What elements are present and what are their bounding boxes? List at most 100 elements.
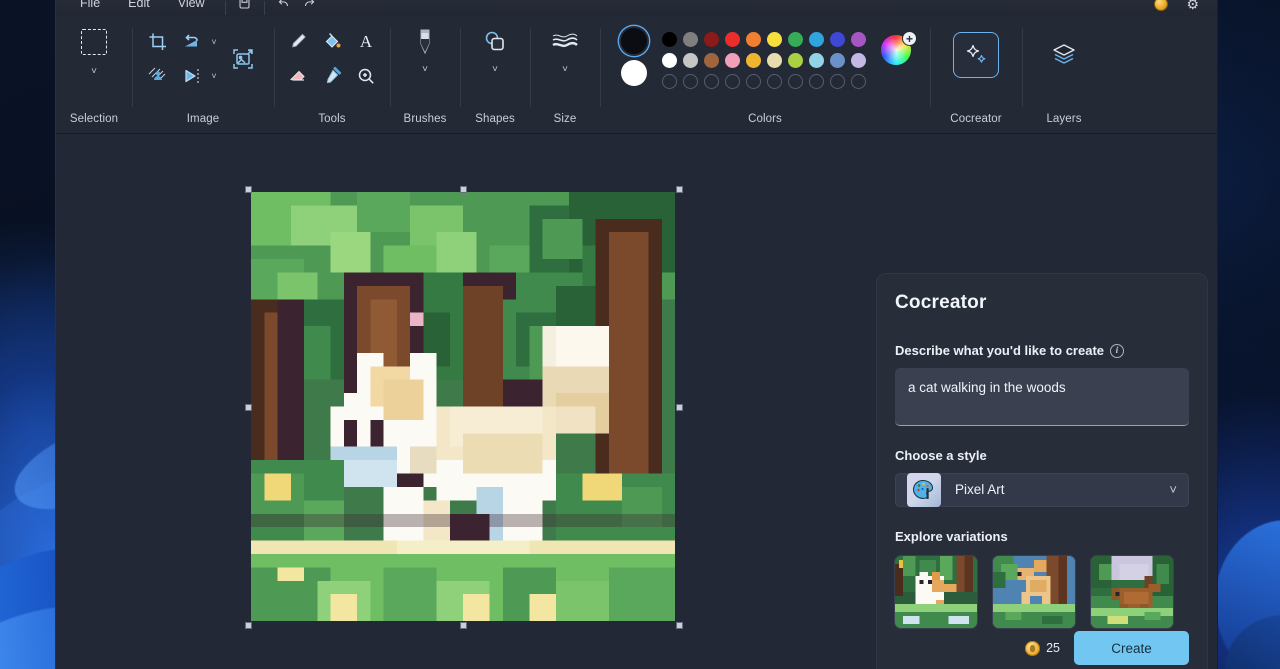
color-swatch-row1-10[interactable] <box>851 32 866 47</box>
paint-app-window: File Edit View ⚙ <box>55 0 1218 669</box>
group-label-layers: Layers <box>1022 113 1106 125</box>
selection-handle-n[interactable] <box>460 186 467 193</box>
undo-icon[interactable] <box>271 0 297 11</box>
resize-image-button[interactable] <box>226 42 260 76</box>
artboard[interactable] <box>251 192 675 621</box>
custom-color-picker[interactable]: + <box>881 31 915 65</box>
color-swatch-row1-7[interactable] <box>788 32 803 47</box>
color-swatch-row2-10[interactable] <box>851 53 866 68</box>
text-tool[interactable]: A <box>349 25 383 59</box>
canvas-selection[interactable] <box>248 189 678 624</box>
selection-handle-s[interactable] <box>460 622 467 629</box>
current-colors <box>621 27 647 86</box>
marquee-icon <box>81 29 107 55</box>
group-label-size: Size <box>530 113 600 125</box>
variation-thumbnail-2[interactable] <box>993 556 1075 628</box>
ribbon-group-brushes: ˅ Brushes <box>390 16 460 133</box>
color-swatch-row2-7[interactable] <box>788 53 803 68</box>
save-icon[interactable] <box>232 0 258 11</box>
shapes-dropdown[interactable]: ˅ <box>492 64 498 75</box>
settings-gear-icon[interactable]: ⚙ <box>1186 0 1199 11</box>
color-swatch-row2-5[interactable] <box>746 53 761 68</box>
color-swatch-row2-3[interactable] <box>704 53 719 68</box>
style-label: Choose a style <box>895 448 1189 463</box>
menu-item-view[interactable]: View <box>164 0 219 11</box>
primary-color-swatch[interactable] <box>621 28 647 54</box>
color-swatch-row1-2[interactable] <box>683 32 698 47</box>
selection-dropdown[interactable]: ˅ <box>91 66 97 77</box>
color-swatch-row3-8[interactable] <box>809 74 824 89</box>
eraser-tool[interactable] <box>281 59 315 93</box>
color-swatch-row1-1[interactable] <box>662 32 677 47</box>
color-swatch-row3-3[interactable] <box>704 74 719 89</box>
rotate-dropdown[interactable]: ˅ <box>207 37 221 47</box>
color-swatch-row2-6[interactable] <box>767 53 782 68</box>
color-swatch-row1-4[interactable] <box>725 32 740 47</box>
color-swatch-row1-9[interactable] <box>830 32 845 47</box>
color-swatch-row1-5[interactable] <box>746 32 761 47</box>
canvas-area[interactable]: Cocreator Describe what you'd like to cr… <box>56 134 1217 669</box>
pencil-tool[interactable] <box>281 25 315 59</box>
chevron-down-icon[interactable]: ˅ <box>1169 482 1177 497</box>
color-swatch-row3-9[interactable] <box>830 74 845 89</box>
remove-background-button[interactable] <box>141 59 175 93</box>
menubar-right-group: ⚙ <box>1154 0 1207 11</box>
magnifier-tool[interactable] <box>349 59 383 93</box>
color-swatch-row1-6[interactable] <box>767 32 782 47</box>
flip-dropdown[interactable]: ˅ <box>207 71 221 81</box>
variations-list <box>895 556 1189 628</box>
selection-handle-sw[interactable] <box>245 622 252 629</box>
variation-thumbnail-3[interactable] <box>1091 556 1173 628</box>
menu-item-edit[interactable]: Edit <box>114 0 164 11</box>
variation-thumbnail-1[interactable] <box>895 556 977 628</box>
color-swatch-row3-1[interactable] <box>662 74 677 89</box>
color-swatch-row2-2[interactable] <box>683 53 698 68</box>
brushes-button[interactable] <box>408 25 442 59</box>
color-swatch-row2-4[interactable] <box>725 53 740 68</box>
size-button[interactable] <box>548 25 582 59</box>
color-swatch-row3-2[interactable] <box>683 74 698 89</box>
color-swatch-row1-8[interactable] <box>809 32 824 47</box>
rectangular-selection-tool[interactable] <box>77 25 111 59</box>
secondary-color-swatch[interactable] <box>621 60 647 86</box>
color-swatch-row3-7[interactable] <box>788 74 803 89</box>
credits-indicator[interactable]: 25 <box>1025 641 1060 656</box>
layers-button[interactable] <box>1041 32 1087 78</box>
info-icon[interactable]: i <box>1110 344 1124 358</box>
rotate-button[interactable] <box>175 25 209 59</box>
color-swatch-row3-10[interactable] <box>851 74 866 89</box>
color-swatch-row3-6[interactable] <box>767 74 782 89</box>
selection-handle-w[interactable] <box>245 404 252 411</box>
color-swatch-row3-5[interactable] <box>746 74 761 89</box>
screen: File Edit View ⚙ <box>0 0 1280 669</box>
color-swatch-row2-1[interactable] <box>662 53 677 68</box>
style-dropdown[interactable]: Pixel Art ˅ <box>895 473 1189 507</box>
ribbon-group-size: ˅ Size <box>530 16 600 133</box>
color-swatch-row3-4[interactable] <box>725 74 740 89</box>
fill-tool[interactable] <box>315 25 349 59</box>
color-swatch-row1-3[interactable] <box>704 32 719 47</box>
selection-handle-se[interactable] <box>676 622 683 629</box>
color-swatch-row2-9[interactable] <box>830 53 845 68</box>
create-button[interactable]: Create <box>1074 631 1189 665</box>
crop-button[interactable] <box>141 25 175 59</box>
ribbon-group-shapes: ˅ Shapes <box>460 16 530 133</box>
prompt-input[interactable]: a cat walking in the woods <box>895 368 1189 426</box>
redo-icon[interactable] <box>297 0 323 11</box>
size-dropdown[interactable]: ˅ <box>562 64 568 75</box>
shapes-button[interactable] <box>478 25 512 59</box>
menu-item-file[interactable]: File <box>66 0 114 11</box>
cocreator-button[interactable] <box>953 32 999 78</box>
flip-button[interactable] <box>175 59 209 93</box>
brushes-dropdown[interactable]: ˅ <box>422 64 428 75</box>
color-swatch-row2-8[interactable] <box>809 53 824 68</box>
selection-handle-nw[interactable] <box>245 186 252 193</box>
ribbon-group-tools: A <box>274 16 390 133</box>
color-picker-tool[interactable] <box>315 59 349 93</box>
prompt-label-row: Describe what you'd like to create i <box>895 343 1189 358</box>
group-label-brushes: Brushes <box>390 113 460 125</box>
group-label-colors: Colors <box>600 113 930 125</box>
credits-coin-icon[interactable] <box>1154 0 1168 11</box>
selection-handle-ne[interactable] <box>676 186 683 193</box>
selection-handle-e[interactable] <box>676 404 683 411</box>
